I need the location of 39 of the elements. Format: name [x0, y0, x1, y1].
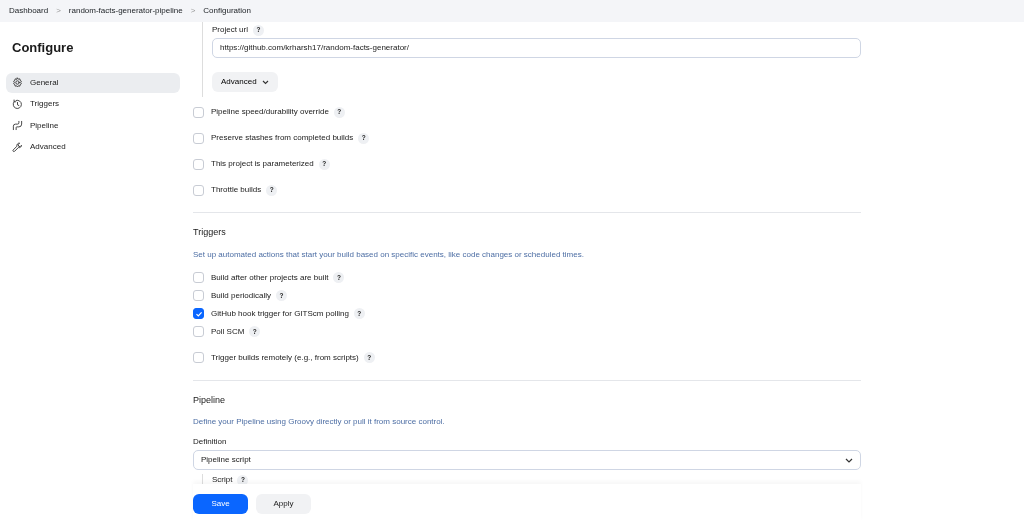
checkbox-label: Trigger builds remotely (e.g., from scripts) [211, 351, 359, 364]
section-description: Set up automated actions that start your build based on specific events, like code changes or scheduled times. [193, 248, 585, 261]
field-label: Definition [193, 436, 228, 448]
chevron-down-icon [845, 457, 853, 463]
apply-button[interactable]: Apply [256, 494, 311, 514]
url-input-field[interactable]: https://github.com/krharsh17/random-facts-generator/ [212, 38, 861, 58]
sidebar-item[interactable]: Advanced [6, 137, 180, 158]
breadcrumb-link[interactable]: random-facts-generator-pipeline [68, 5, 183, 17]
section-description: Define your Pipeline using Groovy directly or pull it from source control. [193, 416, 446, 428]
breadcrumb-separator: > [56, 5, 61, 17]
wrench-icon [12, 141, 23, 153]
breadcrumb-separator: > [190, 5, 196, 17]
save-button[interactable]: Save [193, 494, 248, 514]
field-label: Script [212, 474, 233, 486]
field-label: Project url [212, 24, 248, 36]
checkbox-label: Build periodically [211, 289, 272, 302]
pipe-icon [12, 120, 23, 132]
clock-icon [12, 98, 23, 110]
breadcrumb-link[interactable]: Configuration [203, 5, 251, 17]
sidebar-item[interactable]: Triggers [6, 94, 180, 115]
checkmark-icon [194, 309, 203, 318]
advanced-button[interactable]: Advanced [212, 72, 278, 92]
checkbox-label: GitHub hook trigger for GITScm polling [211, 307, 349, 320]
page-title: Configure [12, 40, 75, 56]
checkbox-label: Pipeline speed/durability override [211, 106, 329, 118]
gear-icon [12, 77, 23, 89]
sidebar-item[interactable]: General [6, 72, 180, 93]
section-heading: Triggers [193, 226, 227, 239]
breadcrumb-link[interactable]: Dashboard [9, 5, 49, 17]
section-heading: Pipeline [193, 393, 227, 407]
checkbox[interactable] [193, 308, 204, 319]
checkbox-label: Preserve stashes from completed builds [211, 132, 354, 144]
checkbox-label: Throttle builds [211, 184, 262, 196]
checkbox-label: Poll SCM [211, 325, 245, 338]
definition-select[interactable]: Pipeline script [193, 450, 861, 470]
chevron-down-icon [261, 79, 269, 85]
checkbox-label: This project is parameterized [211, 158, 314, 170]
sidebar-item[interactable]: Pipeline [6, 115, 180, 136]
checkbox-label: Build after other projects are built [211, 271, 329, 284]
